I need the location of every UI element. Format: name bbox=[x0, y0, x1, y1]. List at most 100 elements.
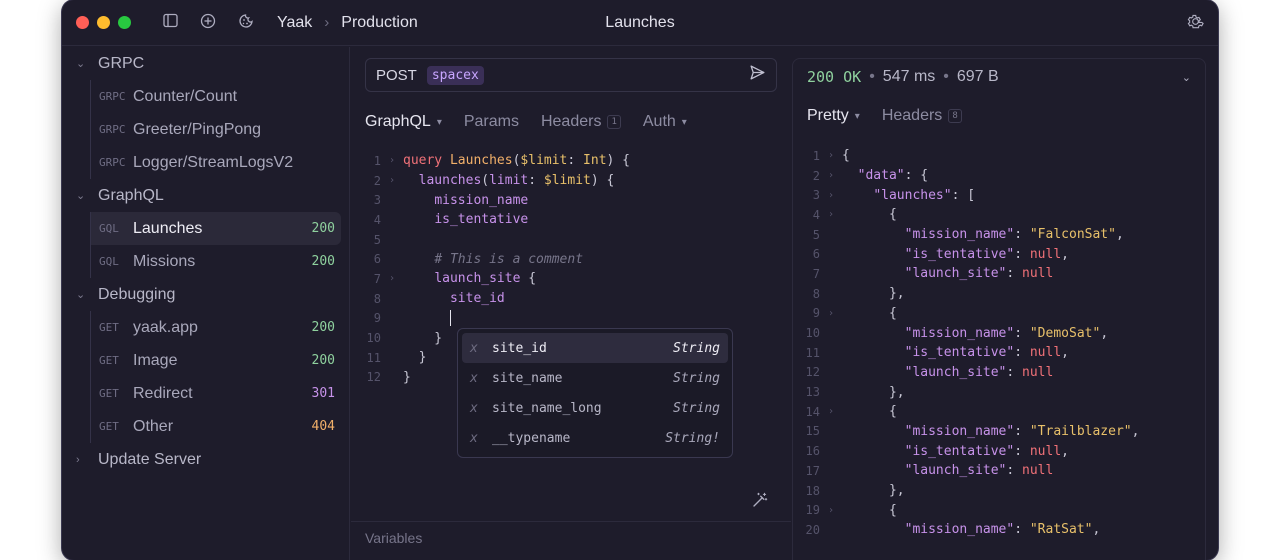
response-size: 697 B bbox=[956, 68, 999, 85]
method-label: GET bbox=[99, 321, 119, 334]
close-window-button[interactable] bbox=[76, 16, 89, 29]
line-number: 7 bbox=[373, 271, 381, 286]
sidebar-toggle-icon[interactable] bbox=[161, 13, 179, 32]
json-key: "launch_site" bbox=[904, 266, 1007, 282]
minimize-window-button[interactable] bbox=[97, 16, 110, 29]
sidebar-item-other[interactable]: GET Other 404 bbox=[90, 410, 341, 443]
response-line: 5 "mission_name": "FalconSat", bbox=[793, 225, 1207, 245]
sidebar-item-counter-count[interactable]: GRPC Counter/Count bbox=[90, 80, 341, 113]
response-line: 1 ›{ bbox=[793, 146, 1207, 166]
url-bar[interactable]: POST spacex bbox=[365, 58, 777, 92]
environment-selector[interactable]: Production bbox=[341, 14, 418, 32]
tab-auth[interactable]: Auth ▾ bbox=[643, 113, 687, 131]
sidebar-item-yaak-app[interactable]: GET yaak.app 200 bbox=[90, 311, 341, 344]
sidebar-folder-update-server[interactable]: › Update Server bbox=[62, 443, 349, 476]
json-key: "launch_site" bbox=[904, 463, 1007, 479]
kind-icon: x bbox=[470, 430, 478, 446]
cookie-icon[interactable] bbox=[237, 13, 255, 33]
item-label: site_name_long bbox=[492, 400, 602, 416]
response-line: 16 "is_tentative": null, bbox=[793, 441, 1207, 461]
fold-icon[interactable]: › bbox=[820, 150, 842, 161]
tab-headers[interactable]: Headers 1 bbox=[541, 113, 621, 131]
field-name: launch_site bbox=[434, 271, 521, 287]
zoom-window-button[interactable] bbox=[118, 16, 131, 29]
sidebar-folder-graphql[interactable]: ⌄ GraphQL bbox=[62, 179, 349, 212]
request-tabs: GraphQL ▾ Params Headers 1 Auth ▾ bbox=[365, 113, 709, 131]
response-line: 17 "launch_site": null bbox=[793, 461, 1207, 481]
json-key: "mission_name" bbox=[904, 522, 1015, 538]
fold-icon[interactable]: › bbox=[820, 308, 842, 319]
fold-icon[interactable]: › bbox=[381, 155, 403, 166]
tab-response-headers[interactable]: Headers 8 bbox=[882, 107, 962, 125]
sidebar-item-launches[interactable]: GQL Launches 200 bbox=[90, 212, 341, 245]
fold-icon[interactable]: › bbox=[381, 175, 403, 186]
fold-icon[interactable]: › bbox=[820, 505, 842, 516]
response-line: 7 "launch_site": null bbox=[793, 264, 1207, 284]
chevron-down-icon: ⌄ bbox=[76, 58, 86, 70]
field-name: launches bbox=[418, 173, 482, 189]
line-number: 13 bbox=[805, 385, 820, 400]
sidebar-item-greeter-pingpong[interactable]: GRPC Greeter/PingPong bbox=[90, 113, 341, 146]
line-number: 3 bbox=[373, 193, 381, 208]
line-number: 18 bbox=[805, 483, 820, 498]
autocomplete-item[interactable]: x __typename String! bbox=[462, 423, 728, 453]
response-status-bar: 200 OK • 547 ms • 697 B bbox=[807, 68, 999, 86]
status-code: 301 bbox=[311, 386, 335, 401]
chevron-down-icon[interactable]: ⌄ bbox=[1182, 71, 1191, 84]
json-string: "RatSat" bbox=[1029, 522, 1093, 538]
gear-icon[interactable] bbox=[1187, 13, 1204, 35]
line-number: 2 bbox=[373, 173, 381, 188]
variables-section[interactable]: Variables bbox=[351, 521, 791, 554]
request-name: Redirect bbox=[133, 384, 193, 402]
line-number: 7 bbox=[812, 266, 820, 281]
line-number: 8 bbox=[812, 286, 820, 301]
json-key: "mission_name" bbox=[904, 227, 1015, 243]
chevron-down-icon: ▾ bbox=[854, 110, 860, 122]
autocomplete-item[interactable]: x site_id String bbox=[462, 333, 728, 363]
sidebar-folder-debugging[interactable]: ⌄ Debugging bbox=[62, 278, 349, 311]
tab-pretty[interactable]: Pretty ▾ bbox=[807, 107, 860, 125]
line-number: 11 bbox=[805, 345, 820, 360]
fold-icon[interactable]: › bbox=[381, 273, 403, 284]
response-line: 10 "mission_name": "DemoSat", bbox=[793, 323, 1207, 343]
response-line: 12 "launch_site": null bbox=[793, 363, 1207, 383]
workspace-selector[interactable]: Yaak bbox=[277, 14, 312, 32]
response-body[interactable]: 1 ›{ 2 › "data": { 3 › "launches": [ 4 › { 5… bbox=[793, 146, 1207, 540]
magic-wand-icon[interactable] bbox=[751, 491, 769, 514]
chevron-right-icon: › bbox=[324, 14, 330, 31]
response-line: 19 › { bbox=[793, 500, 1207, 520]
sidebar-item-redirect[interactable]: GET Redirect 301 bbox=[90, 377, 341, 410]
count-badge: 1 bbox=[607, 115, 621, 129]
tab-graphql[interactable]: GraphQL ▾ bbox=[365, 113, 442, 131]
url-variable-tag[interactable]: spacex bbox=[426, 65, 484, 85]
sidebar-item-missions[interactable]: GQL Missions 200 bbox=[90, 245, 341, 278]
operation-name: Launches bbox=[449, 153, 513, 169]
response-line: 9 › { bbox=[793, 304, 1207, 324]
json-null: null bbox=[1029, 345, 1062, 361]
variable-name: $limit bbox=[520, 153, 568, 169]
sidebar-item-image[interactable]: GET Image 200 bbox=[90, 344, 341, 377]
send-icon[interactable] bbox=[749, 64, 766, 86]
fold-icon[interactable]: › bbox=[820, 209, 842, 220]
plus-circle-icon[interactable] bbox=[199, 13, 217, 33]
sidebar-item-logger-streamlogsv2[interactable]: GRPC Logger/StreamLogsV2 bbox=[90, 146, 341, 179]
json-key: "is_tentative" bbox=[904, 246, 1015, 262]
line-number: 10 bbox=[366, 331, 381, 346]
sidebar-folder-grpc[interactable]: ⌄ GRPC bbox=[62, 47, 349, 80]
folder-label: GRPC bbox=[98, 54, 145, 72]
item-type: String bbox=[673, 400, 720, 416]
sidebar: ⌄ GRPC GRPC Counter/Count GRPC Greeter/Ping… bbox=[62, 47, 350, 560]
autocomplete-item[interactable]: x site_name String bbox=[462, 363, 728, 393]
autocomplete-item[interactable]: x site_name_long String bbox=[462, 393, 728, 423]
json-string: "Trailblazer" bbox=[1029, 423, 1132, 439]
method-selector[interactable]: POST bbox=[376, 67, 417, 84]
tab-params[interactable]: Params bbox=[464, 113, 519, 131]
json-null: null bbox=[1022, 463, 1054, 479]
json-null: null bbox=[1029, 443, 1062, 459]
fold-icon[interactable]: › bbox=[820, 170, 842, 181]
line-number: 9 bbox=[373, 311, 381, 326]
response-line: 6 "is_tentative": null, bbox=[793, 244, 1207, 264]
fold-icon[interactable]: › bbox=[820, 406, 842, 417]
fold-icon[interactable]: › bbox=[820, 190, 842, 201]
chevron-down-icon: ⌄ bbox=[76, 289, 86, 301]
